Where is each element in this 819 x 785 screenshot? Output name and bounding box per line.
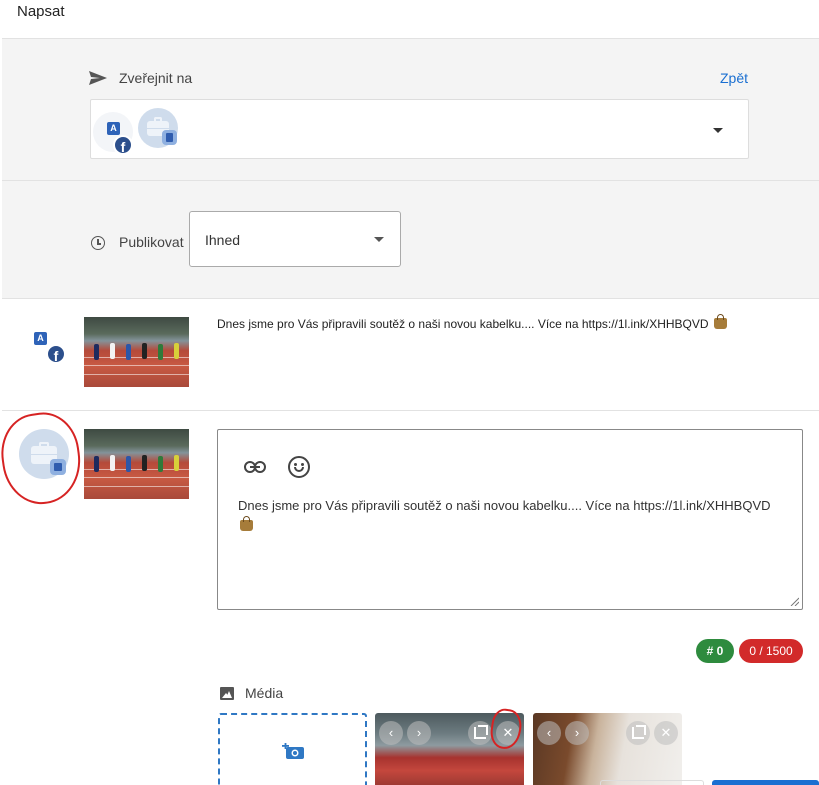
handbag-icon	[713, 314, 727, 329]
row-divider	[2, 410, 819, 411]
post-preview-text: Dnes jsme pro Vás připravili soutěž o na…	[217, 314, 727, 331]
secondary-button[interactable]	[600, 780, 704, 785]
media-label: Média	[245, 685, 284, 701]
next-icon[interactable]: ›	[565, 721, 589, 745]
annotation-circle	[0, 408, 86, 509]
facebook-icon: f	[113, 135, 133, 155]
post-image-thumbnail[interactable]	[84, 429, 189, 499]
add-photo-icon	[282, 743, 304, 759]
crop-icon[interactable]	[626, 721, 650, 745]
crop-icon[interactable]	[468, 721, 492, 745]
page-title: Napsat	[17, 3, 65, 20]
schedule-select[interactable]: Ihned	[189, 211, 401, 267]
page-header: Napsat	[0, 0, 819, 38]
post-image-thumbnail[interactable]	[84, 317, 189, 387]
hashtag-count-badge: # 0	[696, 639, 734, 663]
media-tile[interactable]: ‹ › ✕	[533, 713, 682, 785]
account-select[interactable]: A f	[90, 99, 749, 159]
business-badge-icon	[162, 130, 177, 145]
post-editor-text[interactable]: Dnes jsme pro Vás připravili soutěž o na…	[238, 496, 778, 536]
link-icon[interactable]	[244, 461, 266, 473]
back-link[interactable]: Zpět	[720, 70, 748, 86]
image-icon	[220, 687, 234, 700]
caret-down-icon	[374, 237, 384, 242]
ad-account-badge-icon: A	[34, 332, 47, 345]
business-profile-avatar	[138, 108, 178, 148]
primary-button[interactable]	[712, 780, 819, 785]
previous-icon[interactable]: ‹	[537, 721, 561, 745]
compose-page: Napsat Zveřejnit na Zpět A f Publikovat …	[0, 0, 819, 785]
ad-account-badge-icon: A	[107, 122, 120, 135]
handbag-icon	[240, 516, 253, 531]
schedule-label: Publikovat	[119, 234, 184, 250]
facebook-icon: f	[46, 344, 66, 364]
remove-media-icon[interactable]: ✕	[654, 721, 678, 745]
facebook-ad-account-avatar: A f	[93, 112, 133, 155]
publish-to-label: Zveřejnit na	[119, 70, 193, 86]
previous-icon[interactable]: ‹	[379, 721, 403, 745]
schedule-value: Ihned	[205, 232, 241, 248]
post-editor[interactable]: Dnes jsme pro Vás připravili soutěž o na…	[217, 429, 803, 610]
emoji-icon[interactable]	[288, 456, 310, 478]
resize-handle-icon[interactable]	[789, 596, 799, 606]
add-media-dropzone[interactable]	[218, 713, 367, 785]
clock-icon	[91, 236, 105, 250]
caret-down-icon	[713, 128, 723, 133]
post-account-avatar-facebook: A f	[34, 332, 74, 372]
send-icon	[89, 71, 107, 85]
character-count-badge: 0 / 1500	[739, 639, 803, 663]
next-icon[interactable]: ›	[407, 721, 431, 745]
